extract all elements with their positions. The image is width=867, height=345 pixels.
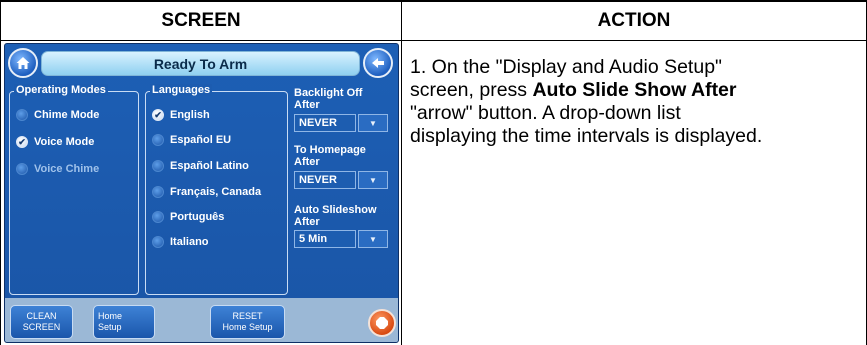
language-english[interactable]: ✔ English (152, 107, 210, 123)
language-espanol-eu[interactable]: Español EU (152, 132, 231, 148)
english-radio[interactable]: ✔ (152, 109, 164, 121)
slideshow-value: 5 Min (299, 233, 328, 245)
chime-mode-option[interactable]: Chime Mode (16, 107, 99, 123)
action-column-header: ACTION (597, 10, 671, 31)
voice-mode-radio[interactable]: ✔ (16, 136, 28, 148)
operating-modes-legend: Operating Modes (14, 84, 108, 96)
clean-screen-button[interactable]: CLEAN SCREEN (10, 305, 73, 339)
back-arrow-icon (372, 58, 384, 68)
backlight-value: NEVER (299, 117, 337, 129)
display-audio-setup-screen: Ready To Arm Operating Modes Chime Mode … (4, 43, 399, 343)
column-divider (401, 0, 402, 345)
chevron-down-icon: ▼ (369, 175, 377, 185)
voice-mode-option[interactable]: ✔ Voice Mode (16, 134, 94, 150)
emergency-icon (376, 317, 388, 329)
action-instructions: 1. On the "Display and Audio Setup" scre… (410, 56, 858, 148)
reset-home-setup-button[interactable]: RESET Home Setup (210, 305, 285, 339)
voice-mode-label: Voice Mode (34, 136, 95, 148)
italiano-radio[interactable] (152, 236, 164, 248)
homepage-value: NEVER (299, 174, 337, 186)
backlight-dropdown[interactable]: NEVER (294, 114, 356, 132)
backlight-dropdown-arrow[interactable]: ▼ (358, 114, 388, 132)
homepage-dropdown-arrow[interactable]: ▼ (358, 171, 388, 189)
espanol-latino-radio[interactable] (152, 160, 164, 172)
action-line-3: "arrow" button. A drop-down list (410, 102, 681, 124)
action-line-1: 1. On the "Display and Audio Setup" (410, 56, 722, 78)
slideshow-dropdown-arrow[interactable]: ▼ (358, 230, 388, 248)
status-title-bar: Ready To Arm (41, 51, 360, 76)
espanol-eu-radio[interactable] (152, 134, 164, 146)
language-espanol-latino[interactable]: Español Latino (152, 158, 249, 174)
action-line-4: displaying the time intervals is display… (410, 125, 763, 147)
voice-chime-label: Voice Chime (34, 163, 100, 175)
francais-radio[interactable] (152, 186, 164, 198)
portugues-label: Português (170, 211, 225, 223)
homepage-dropdown[interactable]: NEVER (294, 171, 356, 189)
action-line-2: screen, press Auto Slide Show After (410, 79, 737, 101)
chime-mode-label: Chime Mode (34, 109, 100, 121)
emergency-button[interactable] (368, 309, 396, 337)
auto-slideshow-after-emphasis: Auto Slide Show After (532, 79, 737, 101)
back-button[interactable] (363, 48, 393, 78)
home-setup-button[interactable]: Home Setup (93, 305, 155, 339)
checkmark-icon: ✔ (18, 136, 26, 147)
italiano-label: Italiano (170, 236, 209, 248)
language-francais[interactable]: Français, Canada (152, 184, 261, 200)
chevron-down-icon: ▼ (369, 234, 377, 244)
checkmark-icon: ✔ (154, 109, 162, 120)
espanol-eu-label: Español EU (170, 134, 232, 146)
francais-label: Français, Canada (170, 186, 262, 198)
language-italiano[interactable]: Italiano (152, 234, 209, 250)
chime-mode-radio[interactable] (16, 109, 28, 121)
voice-chime-option[interactable]: Voice Chime (16, 161, 99, 177)
operating-modes-group: Operating Modes Chime Mode ✔ Voice Mode … (9, 84, 139, 295)
voice-chime-radio[interactable] (16, 163, 28, 175)
languages-group: Languages ✔ English Español EU Español L… (145, 84, 288, 295)
slideshow-dropdown[interactable]: 5 Min (294, 230, 356, 248)
english-label: English (170, 109, 210, 121)
screen-column-header: SCREEN (161, 10, 241, 31)
portugues-radio[interactable] (152, 211, 164, 223)
homepage-label: To Homepage After (294, 144, 366, 168)
languages-legend: Languages (150, 84, 213, 96)
espanol-latino-label: Español Latino (170, 160, 249, 172)
home-icon (16, 57, 30, 69)
status-title: Ready To Arm (153, 55, 248, 72)
table-border-left (0, 0, 1, 345)
header-divider (0, 40, 867, 41)
language-portugues[interactable]: Português (152, 209, 224, 225)
home-button[interactable] (8, 48, 38, 78)
chevron-down-icon: ▼ (369, 118, 377, 128)
instruction-table: SCREEN ACTION Ready To Arm Operating Mod… (0, 0, 867, 345)
slideshow-label: Auto Slideshow After (294, 204, 377, 228)
backlight-label: Backlight Off After (294, 87, 363, 111)
